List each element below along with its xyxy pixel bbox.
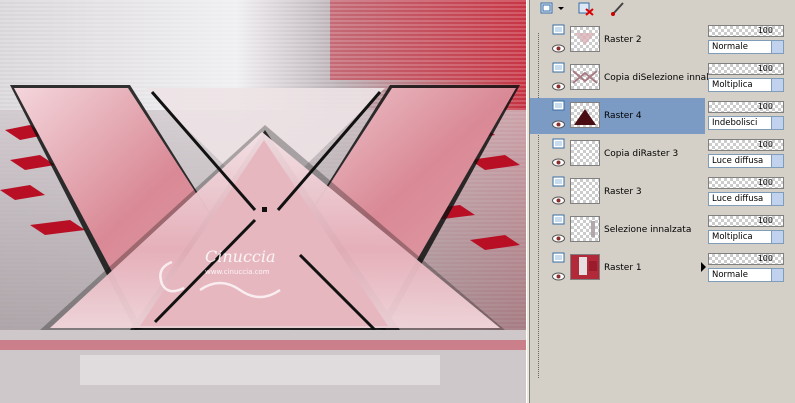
layer-name[interactable]: Raster 1: [604, 263, 642, 273]
layer-properties-copia-raster-3: 100 Luce diffusa: [708, 136, 795, 174]
expand-arrow-icon[interactable]: [701, 262, 706, 272]
watermark-name: Cinuccia: [205, 247, 276, 266]
chevron-down-icon[interactable]: [771, 117, 783, 129]
chevron-down-icon[interactable]: [771, 79, 783, 91]
layer-row-copia-raster-3[interactable]: Copia diRaster 3: [530, 136, 705, 172]
eye-icon[interactable]: [552, 234, 565, 243]
layer-thumbnail: [570, 102, 600, 128]
layer-name[interactable]: Raster 2: [604, 35, 642, 45]
layer-row-selezione-innalzata[interactable]: Selezione innalzata: [530, 212, 705, 248]
layer-thumbnail: [570, 178, 600, 204]
chevron-down-icon[interactable]: [771, 193, 783, 205]
opacity-slider[interactable]: 100: [708, 215, 784, 227]
opacity-slider[interactable]: 100: [708, 177, 784, 189]
layer-thumbnail: [570, 140, 600, 166]
layer-row-raster-2[interactable]: Raster 2: [530, 22, 705, 58]
layer-row-raster-4[interactable]: Raster 4: [530, 98, 705, 134]
image-canvas[interactable]: Cinuccia www.cinuccia.com: [0, 0, 526, 403]
artwork: Cinuccia www.cinuccia.com: [0, 0, 526, 403]
layer-properties-raster-3: 100 Luce diffusa: [708, 174, 795, 212]
opacity-slider[interactable]: 100: [708, 253, 784, 265]
blend-mode-select[interactable]: Moltiplica: [708, 230, 784, 244]
chevron-down-icon[interactable]: [771, 41, 783, 53]
layer-type-icon: [552, 100, 565, 111]
layer-name[interactable]: Copia diRaster 3: [604, 149, 678, 159]
layer-properties-copia-selezione: 100 Moltiplica: [708, 60, 795, 98]
chevron-down-icon[interactable]: [771, 155, 783, 167]
new-layer-icon[interactable]: [540, 1, 556, 16]
layer-type-icon: [552, 214, 565, 225]
delete-layer-icon[interactable]: [578, 1, 594, 16]
layer-type-icon: [552, 24, 565, 35]
layer-properties-selezione-innalzata: 100 Moltiplica: [708, 212, 795, 250]
layer-thumbnail: [570, 254, 600, 280]
layer-row-copia-selezione[interactable]: Copia diSelezione innal: [530, 60, 709, 96]
edit-brush-icon[interactable]: [610, 1, 626, 16]
blend-mode-select[interactable]: Indebolisci: [708, 116, 784, 130]
layer-thumbnail: [570, 26, 600, 52]
blend-mode-column: 100 Normale 100 Moltiplica 100 Indebolis…: [708, 18, 795, 403]
layer-name[interactable]: Raster 4: [604, 111, 642, 121]
blend-mode-select[interactable]: Luce diffusa: [708, 154, 784, 168]
chevron-down-icon[interactable]: [771, 269, 783, 281]
layers-palette: Raster 2 Copia diSelezione innal Raster …: [530, 0, 795, 403]
layers-toolbar: [530, 0, 795, 18]
watermark-site: www.cinuccia.com: [205, 268, 270, 276]
eye-icon[interactable]: [552, 272, 565, 281]
layer-thumbnail: [570, 64, 600, 90]
chevron-down-icon[interactable]: [771, 231, 783, 243]
layer-row-raster-1[interactable]: Raster 1: [530, 250, 705, 286]
eye-icon[interactable]: [552, 158, 565, 167]
layer-name[interactable]: Selezione innalzata: [604, 225, 691, 235]
layer-properties-raster-1: 100 Normale: [708, 250, 795, 288]
blend-mode-select[interactable]: Luce diffusa: [708, 192, 784, 206]
blend-mode-select[interactable]: Normale: [708, 268, 784, 282]
blend-mode-select[interactable]: Normale: [708, 40, 784, 54]
eye-icon[interactable]: [552, 196, 565, 205]
layer-type-icon: [552, 176, 565, 187]
blend-mode-select[interactable]: Moltiplica: [708, 78, 784, 92]
layer-properties-raster-4: 100 Indebolisci: [708, 98, 795, 136]
layer-name[interactable]: Raster 3: [604, 187, 642, 197]
opacity-slider[interactable]: 100: [708, 25, 784, 37]
opacity-slider[interactable]: 100: [708, 101, 784, 113]
layer-type-icon: [552, 252, 565, 263]
layer-thumbnail: [570, 216, 600, 242]
layer-row-raster-3[interactable]: Raster 3: [530, 174, 705, 210]
opacity-slider[interactable]: 100: [708, 63, 784, 75]
eye-icon[interactable]: [552, 82, 565, 91]
eye-icon[interactable]: [552, 120, 565, 129]
layer-name[interactable]: Copia diSelezione innal: [604, 73, 709, 83]
layer-type-icon: [552, 62, 565, 73]
eye-icon[interactable]: [552, 44, 565, 53]
chevron-down-icon[interactable]: [557, 1, 565, 16]
layer-list: Raster 2 Copia diSelezione innal Raster …: [530, 18, 709, 403]
layer-type-icon: [552, 138, 565, 149]
layer-properties-raster-2: 100 Normale: [708, 22, 795, 60]
opacity-slider[interactable]: 100: [708, 139, 784, 151]
